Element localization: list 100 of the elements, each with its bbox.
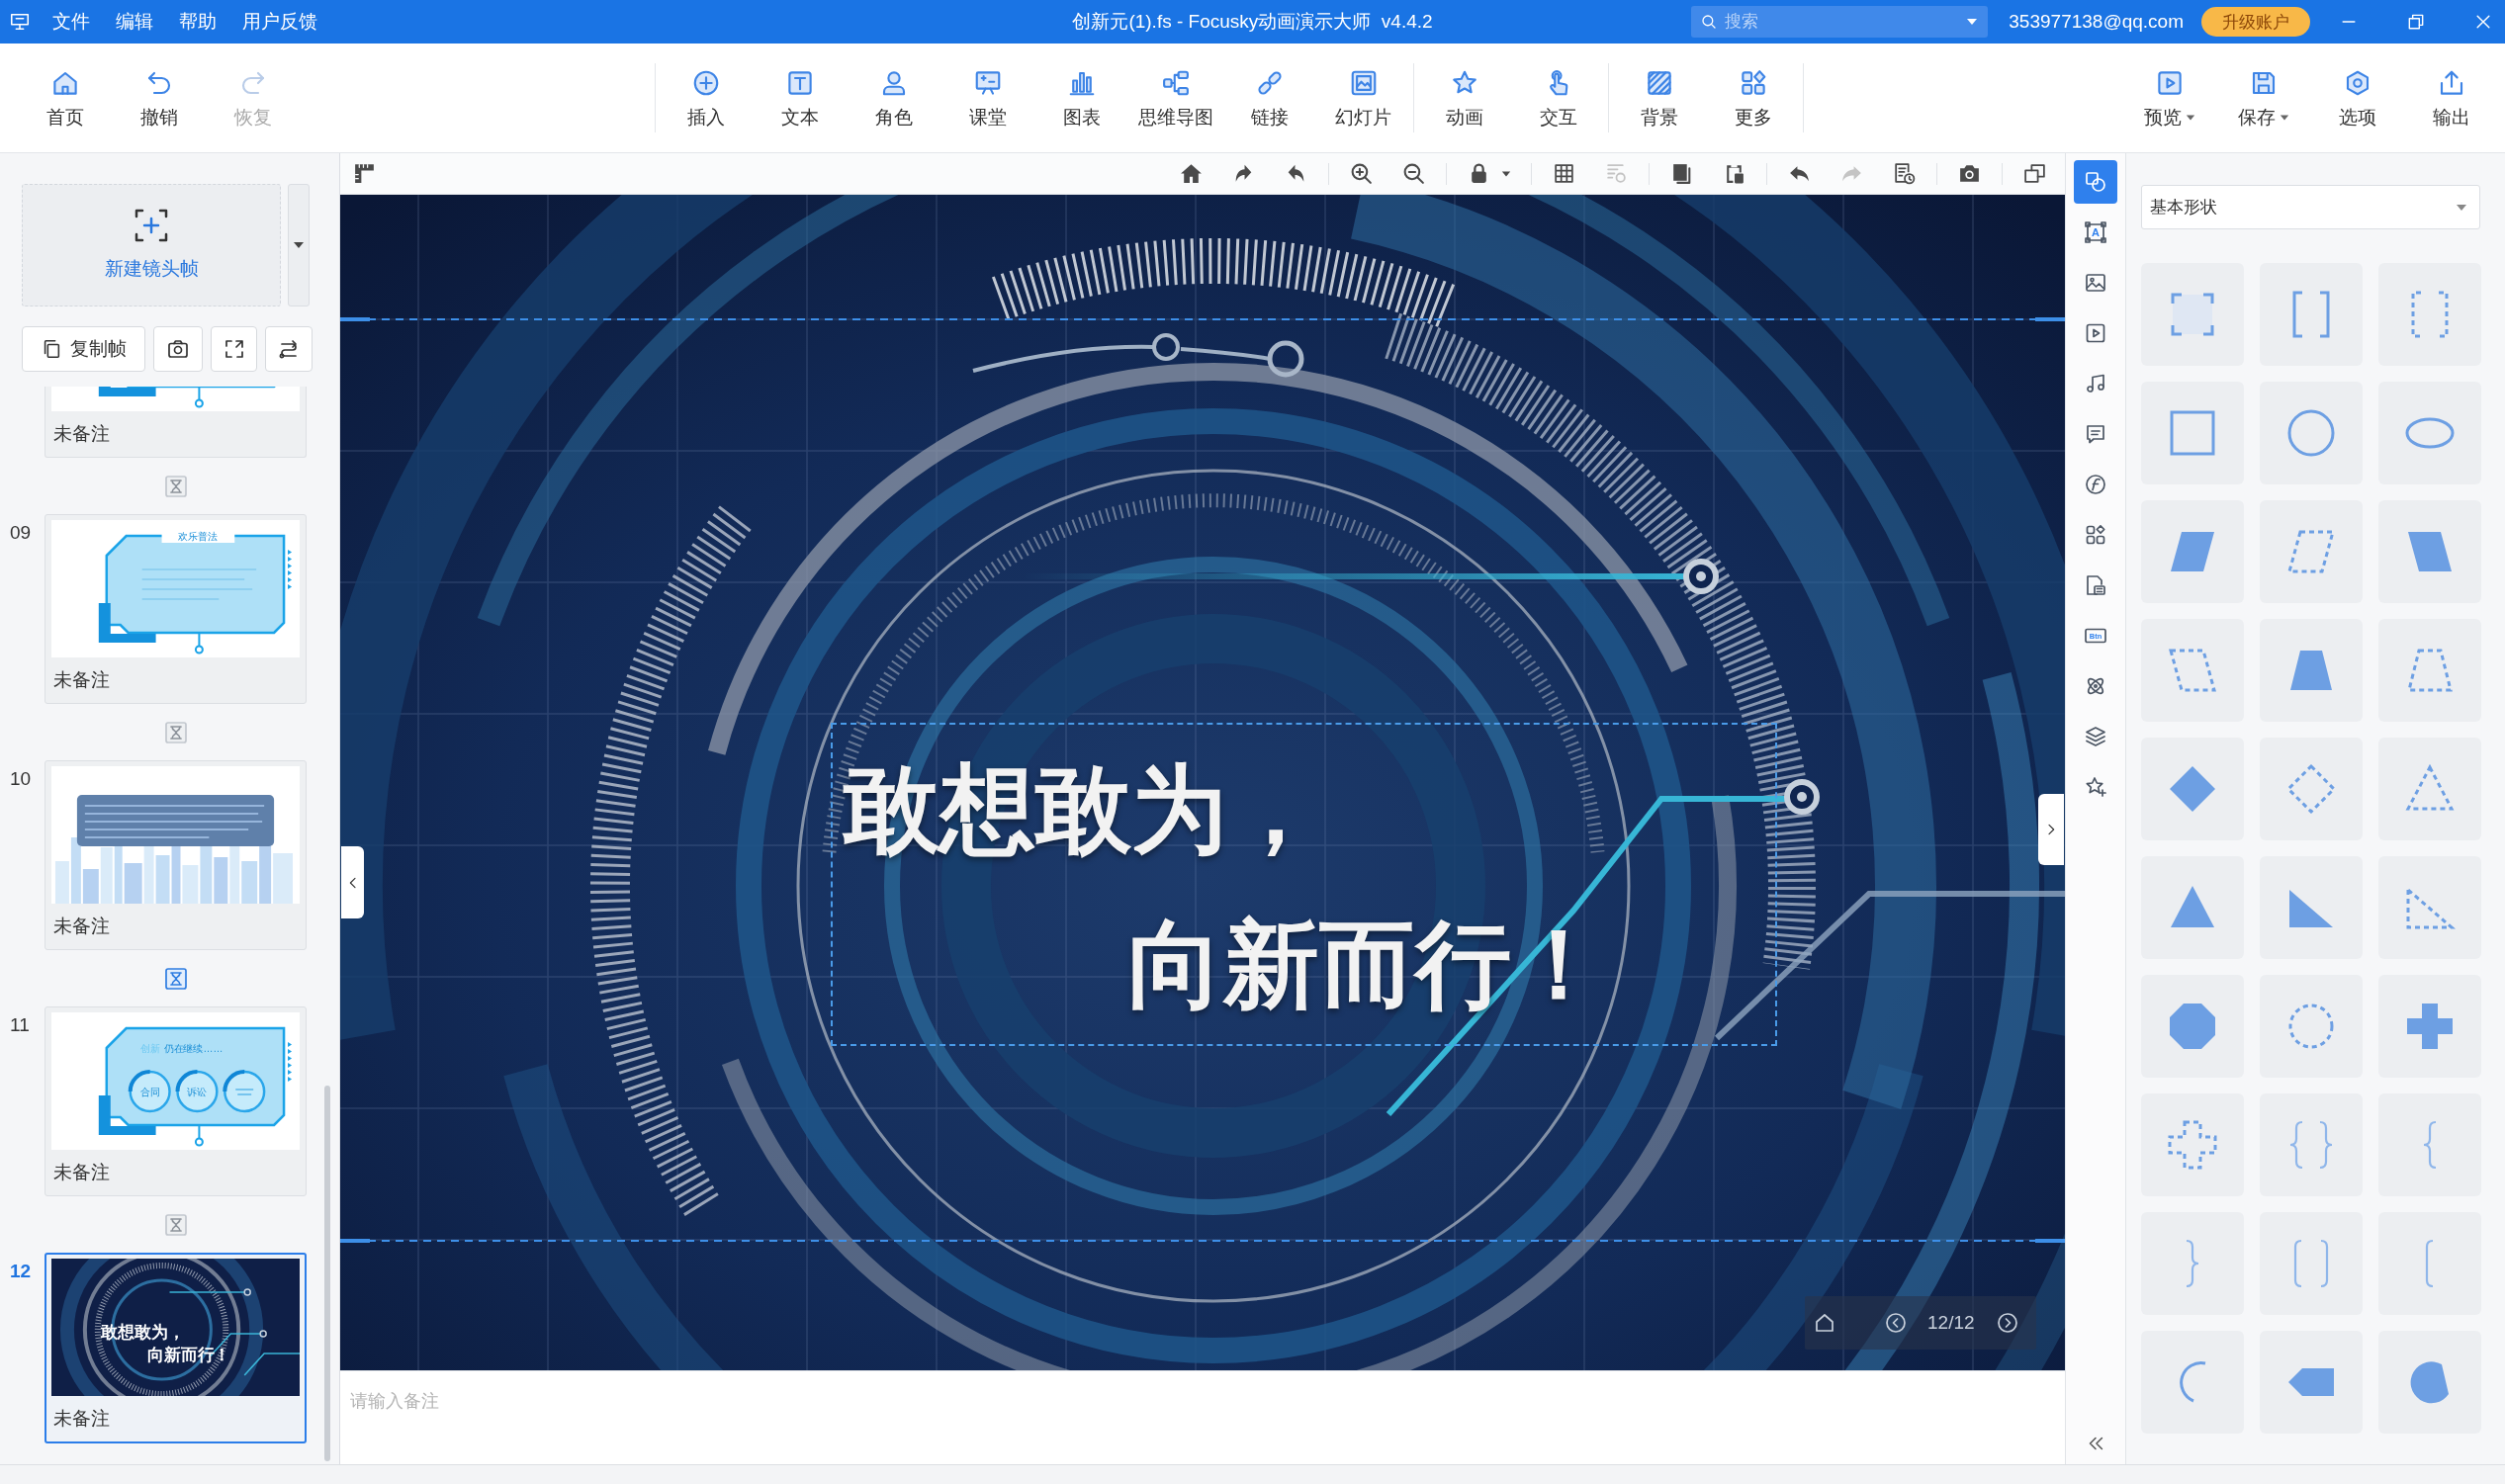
options-button[interactable]: 选项	[2310, 67, 2404, 129]
home-button[interactable]: 首页	[18, 67, 112, 129]
shape-button[interactable]	[2378, 975, 2481, 1078]
shape-button[interactable]	[2141, 382, 2244, 484]
menu-item[interactable]: 帮助	[179, 9, 217, 35]
frame-note: 未备注	[53, 1407, 110, 1431]
more-button[interactable]: 更多	[1706, 67, 1800, 129]
frame-card[interactable]: 敢想敢为， 向新而行！ 未备注	[45, 1253, 307, 1443]
frame-plus-icon	[133, 207, 170, 244]
character-button[interactable]: 角色	[847, 67, 940, 129]
ruler-icon[interactable]	[352, 161, 377, 186]
shape-button[interactable]	[2260, 738, 2363, 840]
upgrade-button[interactable]: 升级账户	[2201, 7, 2310, 37]
shape-button[interactable]	[2141, 619, 2244, 722]
chart-button[interactable]: 图表	[1034, 67, 1128, 129]
previous-icon[interactable]	[1884, 1311, 1908, 1335]
shape-button[interactable]	[2260, 856, 2363, 959]
classroom-button[interactable]: 课堂	[940, 67, 1034, 129]
slide-title-text: 向新而行！	[1127, 910, 1607, 1020]
window-title: 创新元(1).fs - Focusky动画演示大师 v4.4.2	[1072, 10, 1433, 34]
text-button[interactable]: 文本	[753, 67, 847, 129]
frame-note: 未备注	[53, 1161, 110, 1184]
zoom-out-icon[interactable]	[1401, 161, 1426, 186]
text-tool-button[interactable]: A	[2074, 211, 2117, 254]
category-dropdown[interactable]: 基本形状	[2141, 185, 2480, 229]
frame-note: 未备注	[53, 915, 110, 938]
home-icon[interactable]	[1179, 161, 1204, 186]
thumbnail-text: 仍在继续……	[163, 1043, 224, 1054]
shape-button[interactable]	[2378, 856, 2481, 959]
shape-button[interactable]	[2141, 856, 2244, 959]
shapes-tool-button[interactable]	[2074, 160, 2117, 204]
home-icon[interactable]	[1813, 1311, 1836, 1335]
document-clock-icon[interactable]	[1892, 161, 1917, 186]
collapse-right-handle[interactable]	[2038, 794, 2064, 865]
shape-button[interactable]	[2260, 382, 2363, 484]
hourglass-icon[interactable]	[164, 721, 187, 743]
mindmap-button[interactable]: 思维导图	[1128, 67, 1222, 129]
shape-button[interactable]	[2260, 1331, 2363, 1434]
shape-button[interactable]	[2378, 619, 2481, 722]
text-box-frame[interactable]: 敢想敢为， 向新而行！	[831, 723, 1777, 1046]
shape-button[interactable]	[2260, 975, 2363, 1078]
shape-button[interactable]	[2141, 500, 2244, 603]
menu-item[interactable]: 编辑	[116, 9, 153, 35]
ellipse-icon	[2405, 417, 2455, 449]
animation-button[interactable]: 动画	[1417, 67, 1511, 129]
account-email: 353977138@qq.com	[2009, 11, 2184, 33]
shape-button[interactable]	[2378, 1331, 2481, 1434]
search-field[interactable]: 搜索	[1691, 6, 1989, 38]
hourglass-icon[interactable]	[164, 967, 187, 990]
menu-item[interactable]: 用户反馈	[242, 9, 317, 35]
shape-button[interactable]	[2378, 382, 2481, 484]
shape-button[interactable]	[2260, 263, 2363, 366]
shape-button[interactable]	[2378, 500, 2481, 603]
interaction-button[interactable]: 交互	[1511, 67, 1605, 129]
hourglass-icon[interactable]	[164, 1213, 187, 1236]
save-button[interactable]: 保存	[2216, 67, 2310, 129]
arc-icon	[2178, 1360, 2207, 1404]
frame-number: 09	[10, 522, 32, 543]
copy-frame-button[interactable]: 复制帧	[22, 326, 145, 372]
window-icon[interactable]	[2022, 161, 2047, 186]
shape-button[interactable]	[2141, 975, 2244, 1078]
frame-number: 12	[10, 1261, 32, 1281]
shape-button[interactable]	[2378, 263, 2481, 366]
menu-item[interactable]: 文件	[52, 9, 90, 35]
background-button[interactable]: 背景	[1612, 67, 1706, 129]
music-icon	[2084, 372, 2107, 395]
collapse-left-handle[interactable]	[341, 846, 364, 918]
frame-card[interactable]: 未备注	[45, 760, 307, 950]
slides-button[interactable]: 幻灯片	[1316, 67, 1410, 129]
new-frame-button[interactable]: 新建镜头帧	[22, 184, 281, 306]
scrollbar[interactable]	[324, 1086, 330, 1461]
link-button[interactable]: 链接	[1222, 67, 1316, 129]
shape-button[interactable]	[2141, 738, 2244, 840]
export-button[interactable]: 输出	[2404, 67, 2498, 129]
shape-button[interactable]	[2378, 738, 2481, 840]
restore-icon[interactable]	[2406, 12, 2426, 32]
frame-number: 11	[10, 1014, 30, 1035]
video-play-icon	[2084, 321, 2107, 345]
capture-button[interactable]	[211, 326, 257, 372]
presentation-board-icon	[9, 11, 31, 33]
shape-button[interactable]	[2141, 1093, 2244, 1196]
shape-button[interactable]	[2141, 263, 2244, 366]
shape-button[interactable]	[2260, 1093, 2363, 1196]
shape-button[interactable]	[2260, 619, 2363, 722]
insert-button[interactable]: 插入	[659, 67, 753, 129]
zoom-in-icon[interactable]	[1349, 161, 1374, 186]
frame-card[interactable]: 欢乐普法 未备注	[45, 514, 307, 704]
grid-icon[interactable]	[1552, 161, 1576, 186]
frame-card[interactable]: 未备注	[45, 387, 307, 458]
preview-button[interactable]: 预览	[2122, 67, 2216, 129]
frame-number: 10	[10, 768, 32, 789]
undo-button[interactable]: 撤销	[112, 67, 206, 129]
camera-icon	[166, 337, 190, 361]
camera-button[interactable]	[153, 326, 203, 372]
path-button[interactable]	[265, 326, 313, 372]
hourglass-icon[interactable]	[164, 475, 187, 497]
page-counter: 12/12	[1927, 1312, 1975, 1334]
next-icon[interactable]	[1995, 1311, 2019, 1335]
shape-button[interactable]	[2260, 500, 2363, 603]
star-plus-icon	[2084, 775, 2107, 799]
